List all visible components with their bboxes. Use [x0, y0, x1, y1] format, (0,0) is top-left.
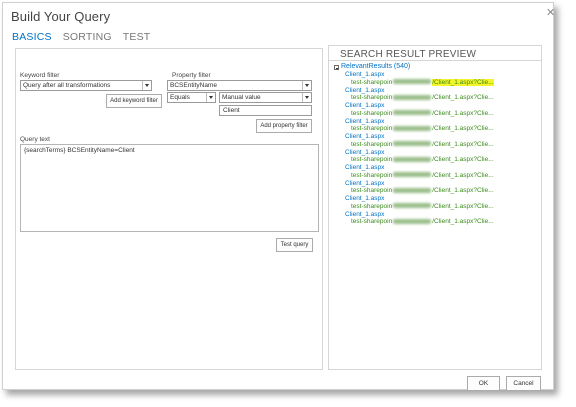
- result-url-prefix: test-sharepoin: [351, 78, 393, 86]
- chevron-down-icon: [142, 81, 151, 90]
- keyword-filter-value: Query after all transformations: [23, 82, 111, 89]
- dialog-title: Build Your Query: [11, 9, 111, 24]
- result-title-link[interactable]: Client_1.aspx: [345, 87, 384, 94]
- redacted-segment: [393, 218, 432, 224]
- result-url-suffix: /Client_1.aspx?Clie...: [432, 171, 494, 179]
- result-url: test-sharepoin/Client_1.aspx?Clie...: [351, 125, 494, 132]
- redacted-segment: [393, 141, 432, 147]
- result-url-prefix: test-sharepoin: [351, 125, 393, 132]
- tab-basics[interactable]: BASICS: [12, 31, 52, 43]
- tab-sorting[interactable]: SORTING: [63, 31, 112, 43]
- result-url-suffix: /Client_1.aspx?Clie...: [432, 140, 494, 148]
- search-result-preview-panel: SEARCH RESULT PREVIEW RelevantResults (5…: [328, 45, 542, 370]
- result-title-link[interactable]: Client_1.aspx: [345, 164, 384, 171]
- preview-title: SEARCH RESULT PREVIEW: [340, 49, 477, 60]
- value-mode-select[interactable]: Manual value: [219, 92, 312, 103]
- result-url: test-sharepoin/Client_1.aspx?Clie...: [351, 78, 494, 86]
- keyword-filter-select[interactable]: Query after all transformations: [20, 80, 152, 91]
- result-url-prefix: test-sharepoin: [351, 140, 393, 148]
- close-icon[interactable]: ✕: [546, 6, 555, 19]
- result-url-suffix: /Client_1.aspx?Clie...: [432, 187, 494, 194]
- tab-test[interactable]: TEST: [123, 31, 151, 43]
- result-title-link[interactable]: Client_1.aspx: [345, 195, 384, 202]
- test-query-button[interactable]: Test query: [276, 238, 313, 252]
- chevron-down-icon: [302, 93, 311, 102]
- result-title-link[interactable]: Client_1.aspx: [345, 102, 384, 109]
- result-url-prefix: test-sharepoin: [351, 187, 393, 194]
- query-text-area[interactable]: {searchTerms} BCSEntityName=Client: [20, 144, 319, 232]
- result-url-prefix: test-sharepoin: [351, 202, 393, 210]
- operator-select[interactable]: Equals: [167, 92, 216, 103]
- redacted-segment: [393, 125, 432, 131]
- property-filter-value: BCSEntityName: [170, 82, 217, 89]
- build-query-dialog: ✕ Build Your Query BASICS SORTING TEST K…: [2, 2, 555, 391]
- result-url-suffix: /Client_1.aspx?Clie...: [432, 94, 494, 101]
- query-text-label: Query text: [20, 136, 50, 143]
- result-url-suffix: /Client_1.aspx?Clie...: [432, 109, 494, 117]
- chevron-down-icon: [302, 81, 311, 90]
- value-mode-value: Manual value: [222, 94, 261, 101]
- result-url: test-sharepoin/Client_1.aspx?Clie...: [351, 203, 494, 210]
- result-url: test-sharepoin/Client_1.aspx?Clie...: [351, 187, 494, 194]
- redacted-segment: [393, 110, 432, 116]
- cancel-button[interactable]: Cancel: [506, 376, 541, 391]
- result-group-label[interactable]: RelevantResults (540): [341, 63, 410, 70]
- result-url-suffix: /Client_1.aspx?Clie...: [432, 156, 494, 163]
- result-url: test-sharepoin/Client_1.aspx?Clie...: [351, 94, 494, 101]
- result-title-link[interactable]: Client_1.aspx: [345, 211, 384, 218]
- result-title-link[interactable]: Client_1.aspx: [345, 133, 384, 140]
- keyword-filter-label: Keyword filter: [20, 72, 60, 79]
- redacted-segment: [393, 94, 432, 100]
- result-title-link[interactable]: Client_1.aspx: [345, 180, 384, 187]
- result-title-link[interactable]: Client_1.aspx: [345, 71, 384, 78]
- result-url: test-sharepoin/Client_1.aspx?Clie...: [351, 156, 494, 163]
- result-url: test-sharepoin/Client_1.aspx?Clie...: [351, 110, 494, 117]
- property-filter-label: Property filter: [172, 72, 211, 79]
- redacted-segment: [393, 172, 432, 178]
- result-url: test-sharepoin/Client_1.aspx?Clie...: [351, 141, 494, 148]
- chevron-down-icon: [206, 93, 215, 102]
- filter-value-input[interactable]: Client: [219, 105, 312, 116]
- result-url-suffix: /Client_1.aspx?Clie...: [432, 218, 494, 225]
- redacted-segment: [393, 187, 432, 193]
- result-title-link[interactable]: Client_1.aspx: [345, 149, 384, 156]
- redacted-segment: [393, 79, 432, 85]
- add-keyword-filter-button[interactable]: Add keyword filter: [106, 94, 162, 108]
- result-url: test-sharepoin/Client_1.aspx?Clie...: [351, 218, 494, 225]
- add-property-filter-button[interactable]: Add property filter: [256, 119, 312, 133]
- result-url-prefix: test-sharepoin: [351, 171, 393, 179]
- property-filter-select[interactable]: BCSEntityName: [167, 80, 312, 91]
- redacted-segment: [393, 203, 432, 209]
- result-url-prefix: test-sharepoin: [351, 109, 393, 117]
- result-url: test-sharepoin/Client_1.aspx?Clie...: [351, 172, 494, 179]
- result-url-suffix: /Client_1.aspx?Clie...: [432, 202, 494, 210]
- result-title-link[interactable]: Client_1.aspx: [345, 118, 384, 125]
- divider: [329, 60, 541, 61]
- basics-panel: Keyword filter Query after all transform…: [15, 48, 323, 370]
- redacted-segment: [393, 156, 432, 162]
- result-url-prefix: test-sharepoin: [351, 94, 393, 101]
- tab-bar: BASICS SORTING TEST: [12, 31, 150, 43]
- result-url-prefix: test-sharepoin: [351, 218, 393, 225]
- result-url-suffix: /Client_1.aspx?Clie...: [432, 125, 494, 132]
- ok-button[interactable]: OK: [467, 376, 500, 391]
- collapse-icon[interactable]: [334, 65, 339, 70]
- operator-value: Equals: [170, 94, 190, 101]
- result-url-suffix: /Client_1.aspx?Clie...: [432, 78, 494, 86]
- result-url-prefix: test-sharepoin: [351, 156, 393, 163]
